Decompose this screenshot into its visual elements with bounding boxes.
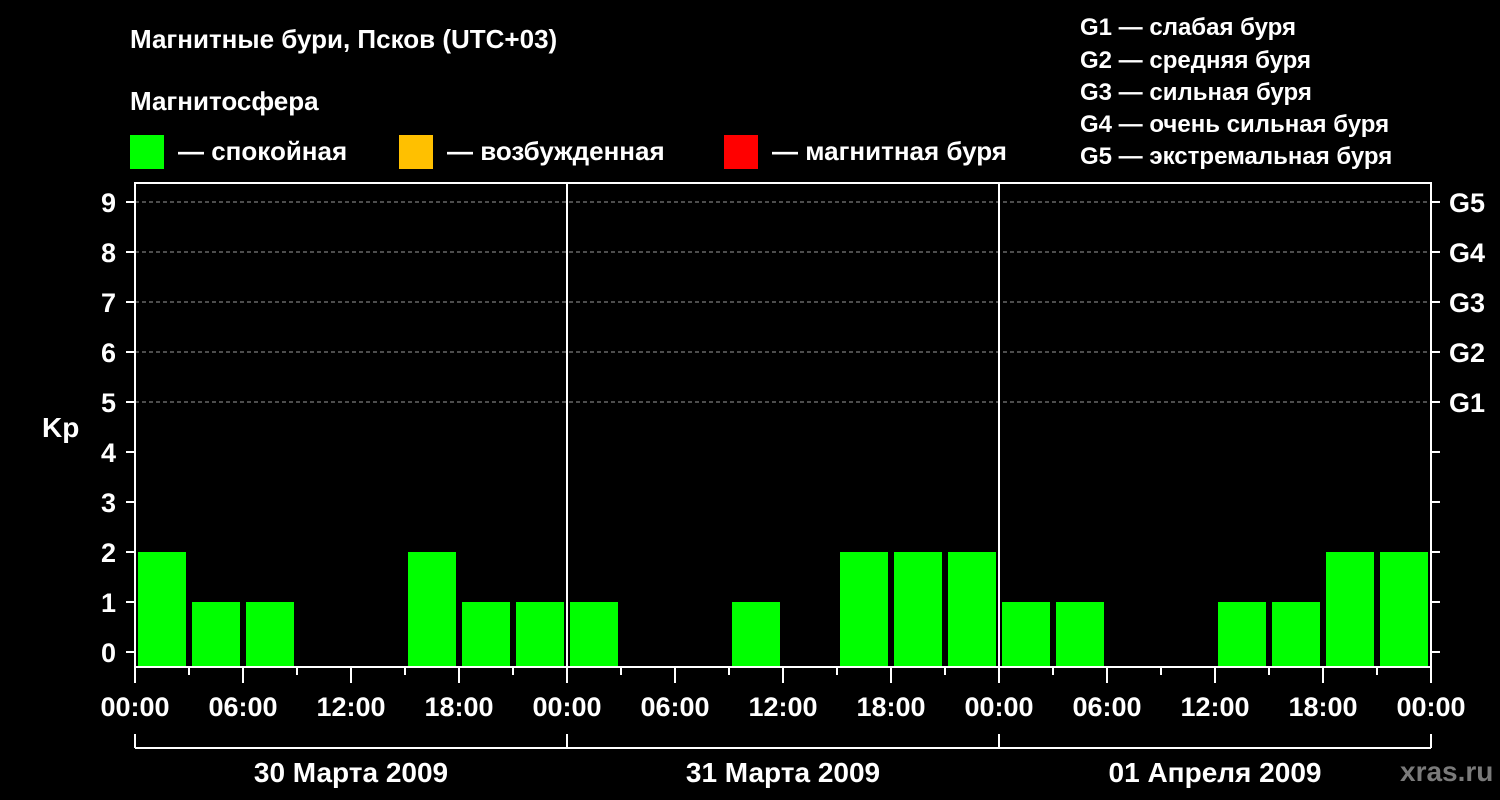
bar-kp (246, 602, 294, 667)
bar-kp (516, 602, 564, 667)
bar-kp (1326, 552, 1374, 667)
y-tick-label: 1 (101, 588, 116, 618)
y-tick-label: 4 (101, 438, 116, 468)
day-label: 31 Марта 2009 (686, 757, 880, 788)
x-tick-label: 12:00 (1180, 692, 1249, 722)
y2-tick-label: G1 (1449, 388, 1485, 418)
y2-tick-label: G5 (1449, 188, 1485, 218)
y2-tick-label: G3 (1449, 288, 1485, 318)
day-label: 01 Апреля 2009 (1109, 757, 1322, 788)
bar-kp (1056, 602, 1104, 667)
plot-frame (134, 182, 1432, 668)
x-tick-label: 18:00 (1288, 692, 1357, 722)
kp-chart: 0 1 2 3 4 5 6 7 8 9 G1 G2 G3 G4 G5 Kp 00:00 06:00 12:00 18:… (42, 182, 1485, 788)
watermark: xras.ru (1400, 756, 1494, 787)
y-tick-label: 6 (101, 338, 116, 368)
y-tick-label: 8 (101, 238, 116, 268)
bar-kp (732, 602, 780, 667)
bar-kp (948, 552, 996, 667)
x-tick-label: 00:00 (100, 692, 169, 722)
bar-kp (840, 552, 888, 667)
x-tick-label: 00:00 (1396, 692, 1465, 722)
x-tick-label: 06:00 (640, 692, 709, 722)
bar-kp (1380, 552, 1428, 667)
bar-kp (192, 602, 240, 667)
y-tick-label: 3 (101, 488, 116, 518)
y-tick-label: 9 (101, 188, 116, 218)
x-tick-label: 06:00 (1072, 692, 1141, 722)
y-axis-label: Kp (42, 412, 79, 443)
y-tick-label: 2 (101, 538, 116, 568)
bar-kp (1272, 602, 1320, 667)
x-tick-label: 12:00 (748, 692, 817, 722)
y2-tick-label: G4 (1449, 238, 1485, 268)
bar-kp (570, 602, 618, 667)
y-tick-label: 0 (101, 638, 116, 668)
x-tick-label: 00:00 (532, 692, 601, 722)
bar-kp (894, 552, 942, 667)
bar-kp (1002, 602, 1050, 667)
y-tick-label: 7 (101, 288, 116, 318)
x-tick-label: 18:00 (856, 692, 925, 722)
x-tick-label: 06:00 (208, 692, 277, 722)
y-tick-label: 5 (101, 388, 116, 418)
bar-kp (138, 552, 186, 667)
bar-kp (462, 602, 510, 667)
x-tick-label: 12:00 (316, 692, 385, 722)
day-label: 30 Марта 2009 (254, 757, 448, 788)
y2-tick-label: G2 (1449, 338, 1485, 368)
bar-kp (408, 552, 456, 667)
bar-kp (1218, 602, 1266, 667)
x-tick-label: 18:00 (424, 692, 493, 722)
x-tick-label: 00:00 (964, 692, 1033, 722)
